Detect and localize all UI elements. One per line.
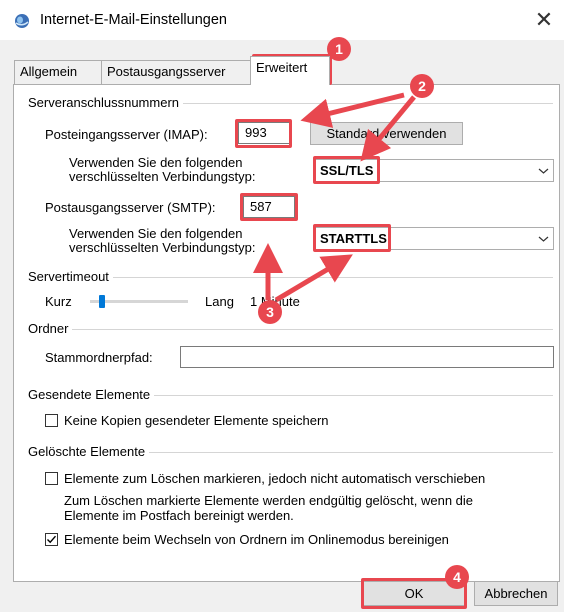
tab-erweitert[interactable]: Erweitert — [250, 56, 330, 85]
annotation-arrows — [253, 92, 416, 303]
arrow-to-smtp-encryption — [274, 254, 353, 303]
step-badge-4: 4 — [445, 565, 469, 589]
step-badge-3: 3 — [258, 300, 282, 324]
step-badge-1: 1 — [327, 37, 351, 61]
arrow-to-imap-port — [300, 92, 405, 128]
step-badge-2: 2 — [410, 74, 434, 98]
arrow-to-imap-encryption — [360, 95, 416, 162]
